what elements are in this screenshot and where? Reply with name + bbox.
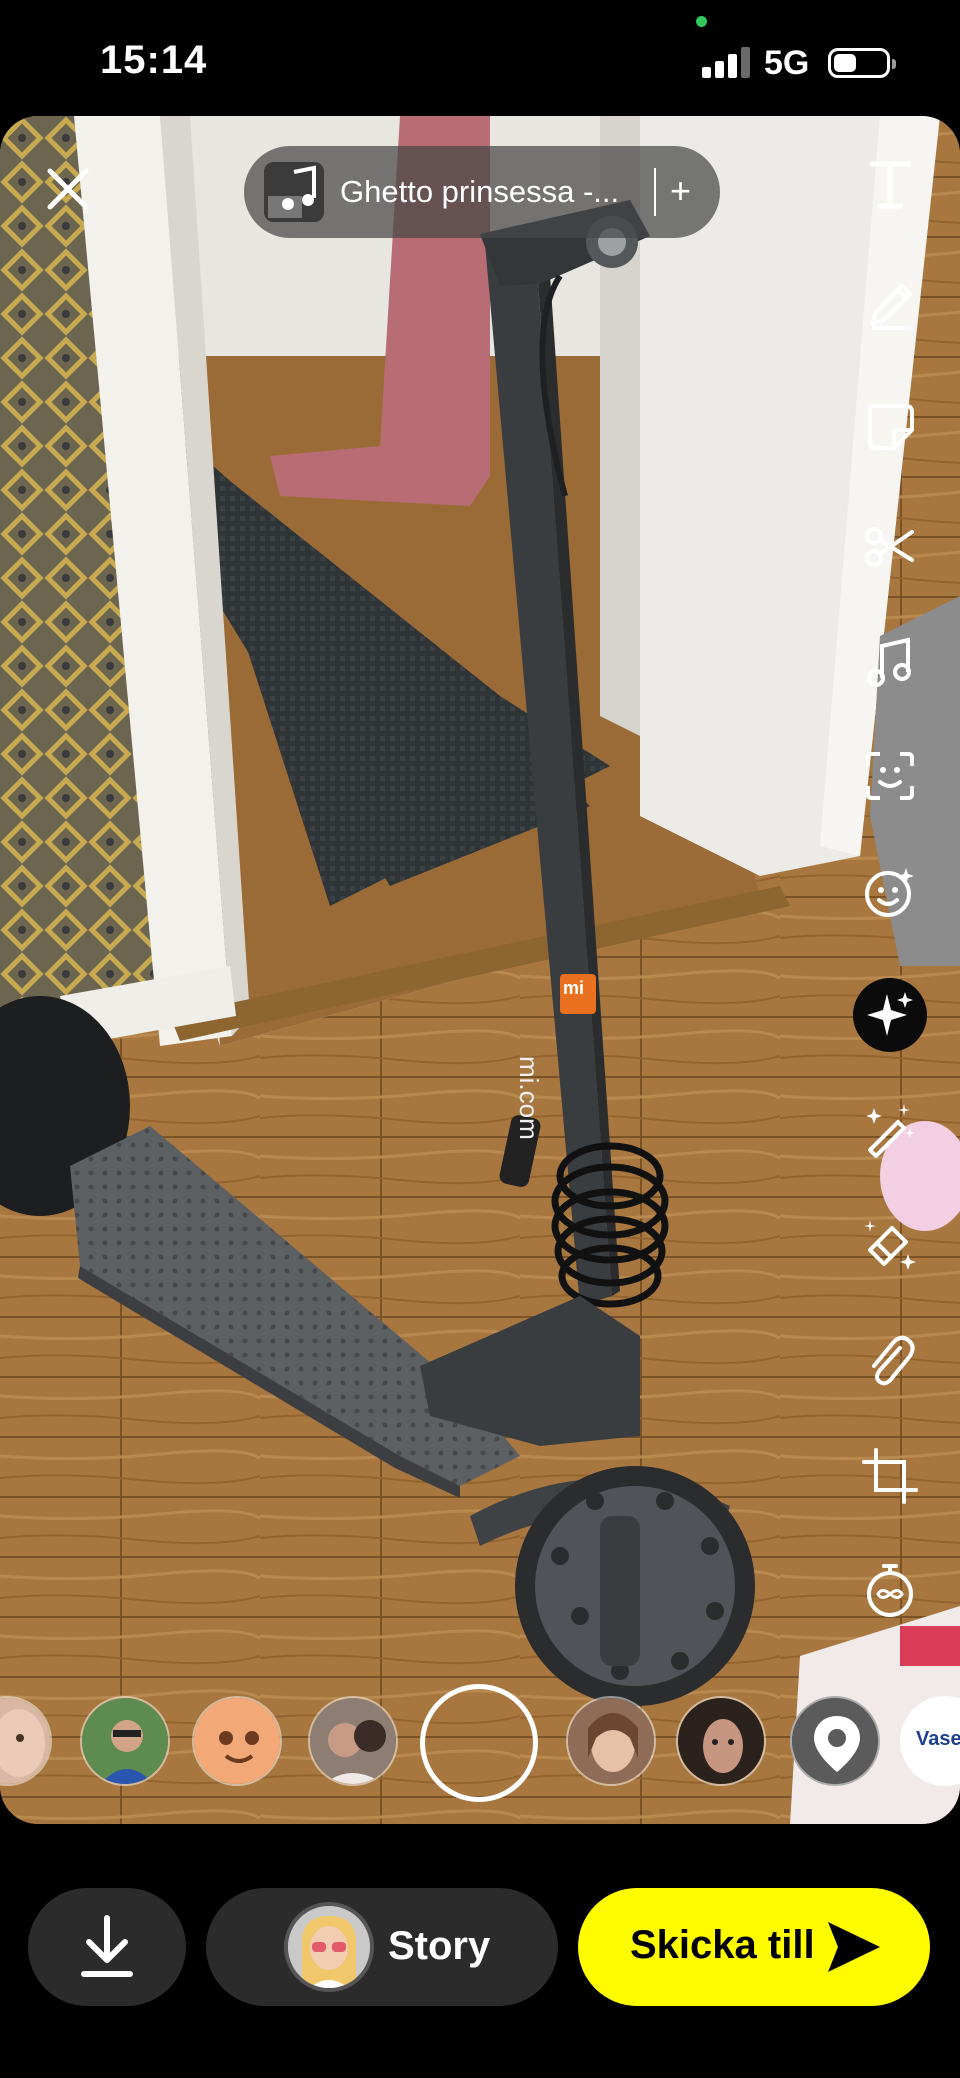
send-arrow-icon (828, 1922, 880, 1972)
network-type: 5G (764, 44, 810, 82)
eraser-tool-button[interactable] (860, 1214, 920, 1274)
music-note-icon (867, 637, 911, 687)
close-icon (47, 168, 89, 210)
sticker-tool-button[interactable] (860, 396, 920, 456)
magic-wand-tool-button[interactable] (860, 1100, 920, 1160)
save-button[interactable] (28, 1888, 186, 2006)
lens-option-dark-hair[interactable] (676, 1696, 766, 1786)
lens-option-couple[interactable] (308, 1696, 398, 1786)
paperclip-icon (872, 1335, 915, 1386)
scan-tool-button[interactable] (860, 746, 920, 806)
capture-shutter-button[interactable] (420, 1684, 538, 1802)
lens-option-girl[interactable] (566, 1696, 656, 1786)
magic-wand-icon (866, 1104, 915, 1158)
music-track-pill[interactable]: Ghetto prinsessa -... + (244, 146, 720, 238)
add-music-button[interactable]: + (670, 166, 691, 216)
send-to-button[interactable]: Skicka till (578, 1888, 930, 2006)
music-tool-button[interactable] (860, 632, 920, 692)
avatar (284, 1902, 374, 1992)
lens-option-portrait-blue[interactable] (80, 1696, 170, 1786)
draw-tool-button[interactable] (860, 276, 920, 336)
snap-photo-canvas[interactable]: mi mi.com Ghetto prinsessa -... + Vas (0, 116, 960, 1824)
lens-face-icon (865, 868, 914, 917)
album-art (264, 162, 324, 222)
battery-icon (828, 48, 896, 78)
location-pin-icon (792, 1698, 878, 1784)
attach-link-button[interactable] (860, 1330, 920, 1390)
scissors-icon (865, 527, 914, 567)
music-pill-divider (654, 168, 656, 216)
timer-tool-button[interactable] (860, 1560, 920, 1620)
scan-face-icon (866, 752, 914, 800)
scooter-brand-url: mi.com (514, 1056, 544, 1140)
brand-lens-label: Vaseli (916, 1728, 960, 1750)
timer-infinity-icon (867, 1564, 913, 1617)
lens-option-cartoon-face[interactable] (192, 1696, 282, 1786)
lens-tool-button[interactable] (860, 862, 920, 922)
status-bar: 15:14 5G (0, 0, 960, 116)
my-story-button[interactable]: Story (206, 1888, 558, 2006)
crop-icon (862, 1448, 918, 1504)
ai-tool-button[interactable] (849, 974, 931, 1056)
eraser-sparkle-icon (864, 1220, 916, 1270)
scooter-brand-logo: mi (563, 978, 585, 998)
send-to-label: Skicka till (630, 1923, 815, 1967)
ai-sparkle-icon (867, 992, 913, 1036)
photo-scene (0, 116, 960, 1824)
sticker-icon (868, 404, 914, 450)
scissors-tool-button[interactable] (860, 516, 920, 576)
text-tool-button[interactable] (860, 154, 920, 214)
music-track-title: Ghetto prinsessa -... (340, 174, 620, 209)
close-button[interactable] (40, 161, 96, 217)
crop-tool-button[interactable] (860, 1446, 920, 1506)
bottom-action-bar: Story Skicka till (0, 1824, 960, 2078)
story-button-label: Story (388, 1924, 491, 1968)
camera-in-use-indicator (696, 16, 707, 27)
lens-option-location[interactable] (790, 1696, 880, 1786)
text-tool-icon (869, 161, 911, 209)
download-icon (81, 1915, 133, 1977)
cellular-signal-icon (702, 46, 750, 78)
pencil-draw-icon (870, 284, 912, 330)
status-time: 15:14 (100, 38, 208, 82)
